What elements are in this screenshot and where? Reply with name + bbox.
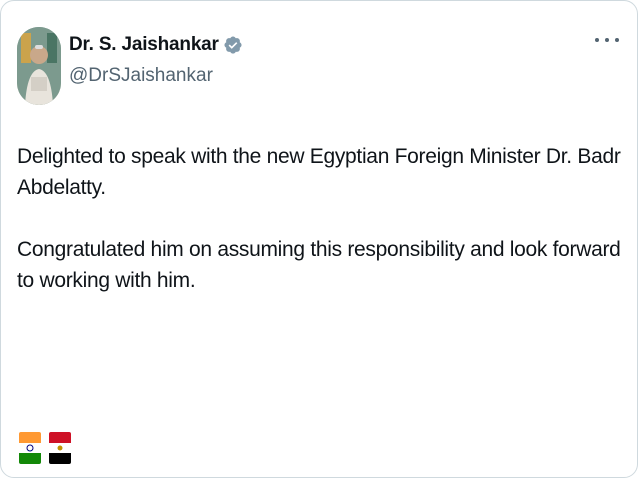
more-horizontal-icon[interactable] [595, 33, 619, 47]
post-text: Delighted to speak with the new Egyptian… [17, 141, 623, 296]
flag-emojis [19, 432, 71, 464]
author-display-name[interactable]: Dr. S. Jaishankar [69, 34, 219, 56]
more-dot [605, 38, 609, 42]
more-dot [615, 38, 619, 42]
more-dot [595, 38, 599, 42]
display-name-row: Dr. S. Jaishankar [69, 31, 243, 59]
post-card: Dr. S. Jaishankar @DrSJaishankar Delight… [0, 0, 638, 478]
author-handle[interactable]: @DrSJaishankar [69, 65, 243, 87]
post-paragraph: Congratulated him on assuming this respo… [17, 238, 621, 292]
post-header: Dr. S. Jaishankar @DrSJaishankar [17, 27, 621, 105]
verified-badge-icon[interactable] [223, 35, 243, 55]
avatar[interactable] [17, 27, 61, 105]
india-flag-icon [19, 432, 41, 464]
egypt-flag-icon [49, 432, 71, 464]
post-paragraph: Delighted to speak with the new Egyptian… [17, 145, 621, 199]
author-names: Dr. S. Jaishankar @DrSJaishankar [69, 31, 243, 87]
